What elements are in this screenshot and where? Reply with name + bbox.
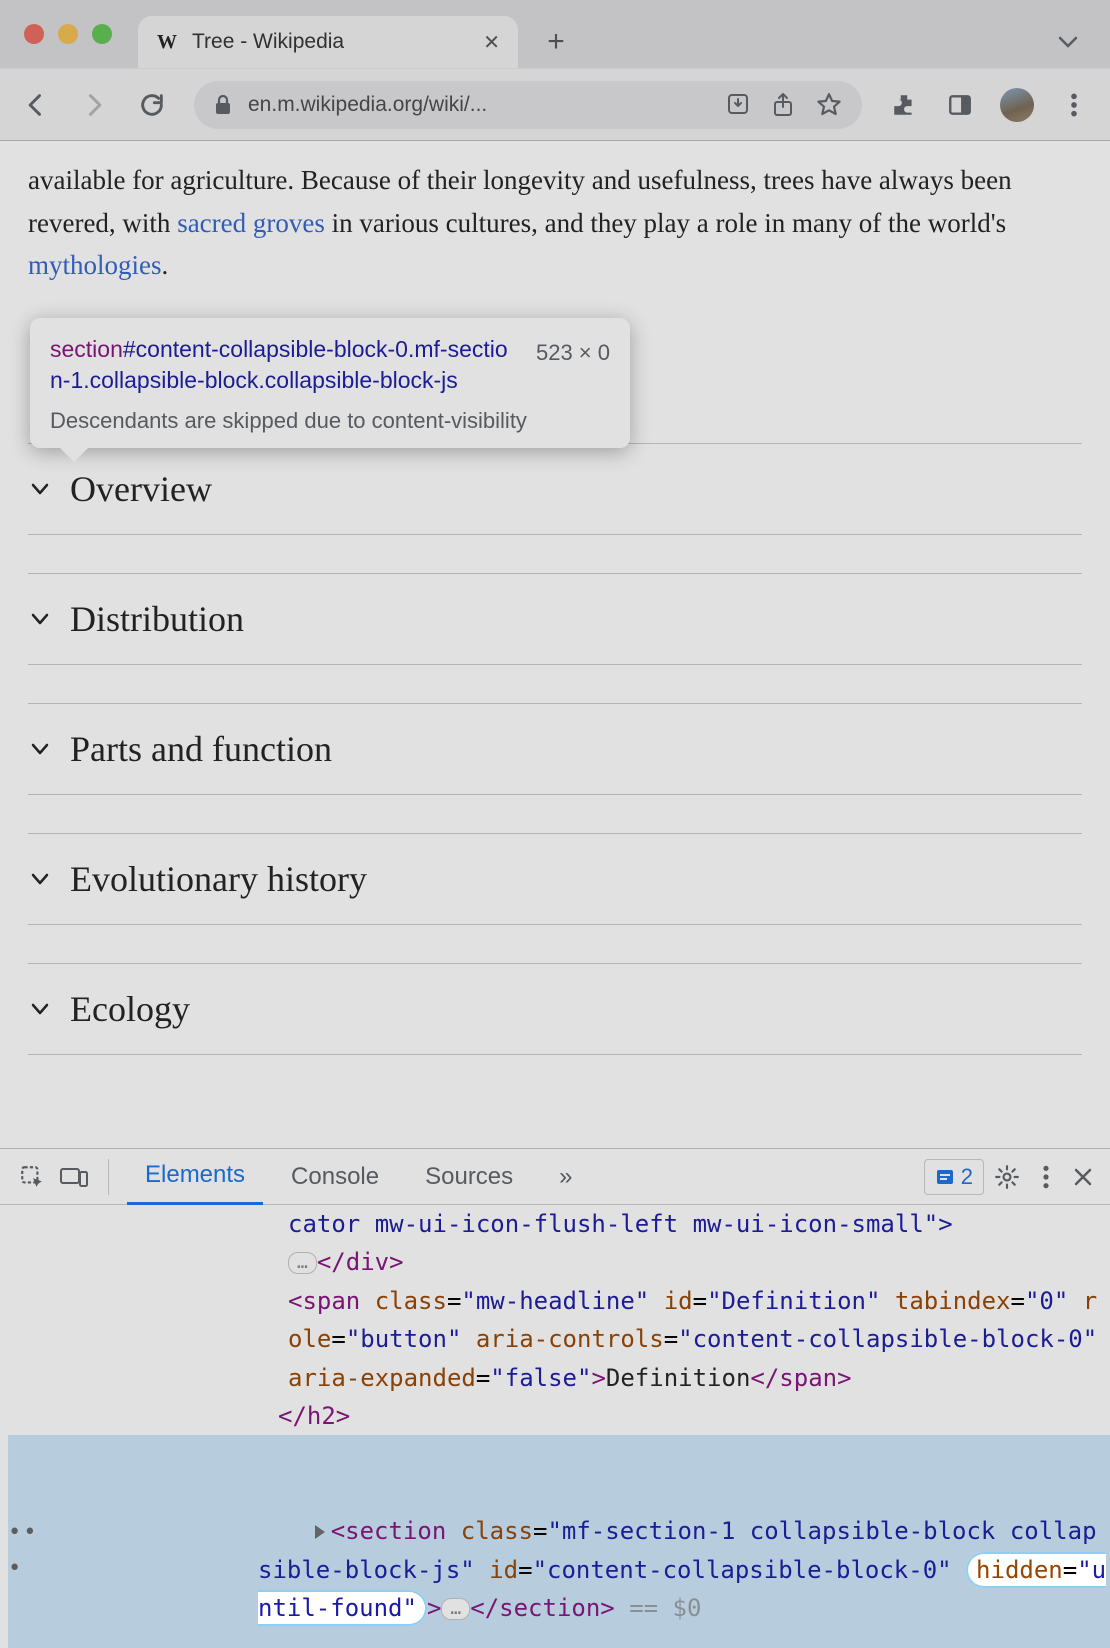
section-heading-ecology[interactable]: Ecology [28, 963, 1082, 1055]
forward-button[interactable] [78, 89, 110, 121]
close-devtools-icon[interactable] [1072, 1166, 1094, 1188]
chevron-down-icon [28, 997, 52, 1021]
close-window-button[interactable] [24, 24, 44, 44]
browser-tab[interactable]: W Tree - Wikipedia ✕ [138, 16, 518, 68]
section-heading-evolutionary-history[interactable]: Evolutionary history [28, 833, 1082, 925]
link-sacred-groves[interactable]: sacred groves [177, 208, 325, 238]
issues-badge[interactable]: 2 [924, 1159, 984, 1195]
tooltip-tagname: section [50, 336, 123, 362]
tooltip-size: 523 × 0 [536, 340, 610, 366]
profile-avatar[interactable] [1000, 88, 1034, 122]
issues-count: 2 [961, 1164, 973, 1190]
tooltip-selector: section#content-collapsible-block-0.mf-s… [50, 334, 520, 396]
tab-title: Tree - Wikipedia [192, 30, 469, 54]
section-title: Parts and function [70, 728, 332, 770]
dom-line[interactable]: …</div> [8, 1243, 1110, 1281]
bookmark-star-icon[interactable] [816, 92, 842, 118]
tab-overflow-button[interactable] [1048, 16, 1088, 68]
reload-button[interactable] [136, 89, 168, 121]
section-heading-distribution[interactable]: Distribution [28, 573, 1082, 665]
maximize-window-button[interactable] [92, 24, 112, 44]
chevron-down-icon [28, 477, 52, 501]
device-toolbar-icon[interactable] [58, 1161, 90, 1193]
chevron-down-icon [28, 607, 52, 631]
chrome-menu-icon[interactable] [1058, 89, 1090, 121]
toolbar: en.m.wikipedia.org/wiki/... [0, 68, 1110, 140]
back-button[interactable] [20, 89, 52, 121]
page-content: available for agriculture. Because of th… [0, 159, 1110, 1055]
devtools-panel: Elements Console Sources » 2 cator mw-ui… [0, 1148, 1110, 1648]
toolbar-right [888, 88, 1090, 122]
paragraph-text-3: . [162, 250, 169, 280]
close-tab-button[interactable]: ✕ [483, 30, 500, 55]
gutter-more-icon[interactable]: ••• [8, 1435, 50, 1648]
tab-bar: W Tree - Wikipedia ✕ + [138, 0, 1110, 68]
new-tab-button[interactable]: + [536, 16, 576, 68]
devtools-menu-icon[interactable] [1042, 1164, 1050, 1190]
extensions-icon[interactable] [888, 89, 920, 121]
favicon-wikipedia-icon: W [156, 31, 178, 53]
chevron-down-icon [28, 867, 52, 891]
dom-line-selected[interactable]: ••• <section class="mf-section-1 collaps… [8, 1435, 1110, 1648]
section-heading-overview[interactable]: Overview [28, 443, 1082, 535]
titlebar: W Tree - Wikipedia ✕ + [0, 0, 1110, 68]
install-app-icon[interactable] [726, 92, 750, 118]
paragraph-text-2: in various cultures, and they play a rol… [325, 208, 1006, 238]
dom-line[interactable]: </h2> [8, 1397, 1110, 1435]
share-icon[interactable] [772, 92, 794, 118]
article-paragraph: available for agriculture. Because of th… [28, 159, 1082, 287]
dom-line[interactable]: <span class="mw-headline" id="Definition… [8, 1282, 1110, 1397]
section-heading-parts-and-function[interactable]: Parts and function [28, 703, 1082, 795]
tooltip-note: Descendants are skipped due to content-v… [50, 408, 610, 434]
devtools-dom-tree[interactable]: cator mw-ui-icon-flush-left mw-ui-icon-s… [0, 1205, 1110, 1648]
browser-chrome: W Tree - Wikipedia ✕ + en.m.wikipedia.or… [0, 0, 1110, 141]
section-title: Overview [70, 468, 212, 510]
section-title: Distribution [70, 598, 244, 640]
section-title: Ecology [70, 988, 190, 1030]
tab-sources[interactable]: Sources [407, 1149, 531, 1205]
address-bar[interactable]: en.m.wikipedia.org/wiki/... [194, 81, 862, 129]
tab-elements[interactable]: Elements [127, 1149, 263, 1205]
tab-overflow[interactable]: » [541, 1149, 590, 1205]
side-panel-icon[interactable] [944, 89, 976, 121]
dom-line[interactable]: cator mw-ui-icon-flush-left mw-ui-icon-s… [8, 1205, 1110, 1243]
settings-icon[interactable] [994, 1164, 1020, 1190]
link-mythologies[interactable]: mythologies [28, 250, 162, 280]
traffic-lights [24, 24, 112, 44]
devtools-tabs: Elements Console Sources » 2 [0, 1149, 1110, 1205]
minimize-window-button[interactable] [58, 24, 78, 44]
lock-icon [214, 95, 232, 115]
inspector-tooltip: section#content-collapsible-block-0.mf-s… [30, 318, 630, 448]
chevron-down-icon [28, 737, 52, 761]
tab-console[interactable]: Console [273, 1149, 397, 1205]
inspect-element-icon[interactable] [16, 1161, 48, 1193]
url-text: en.m.wikipedia.org/wiki/... [248, 93, 710, 117]
section-title: Evolutionary history [70, 858, 367, 900]
expand-caret-icon[interactable] [315, 1525, 325, 1539]
